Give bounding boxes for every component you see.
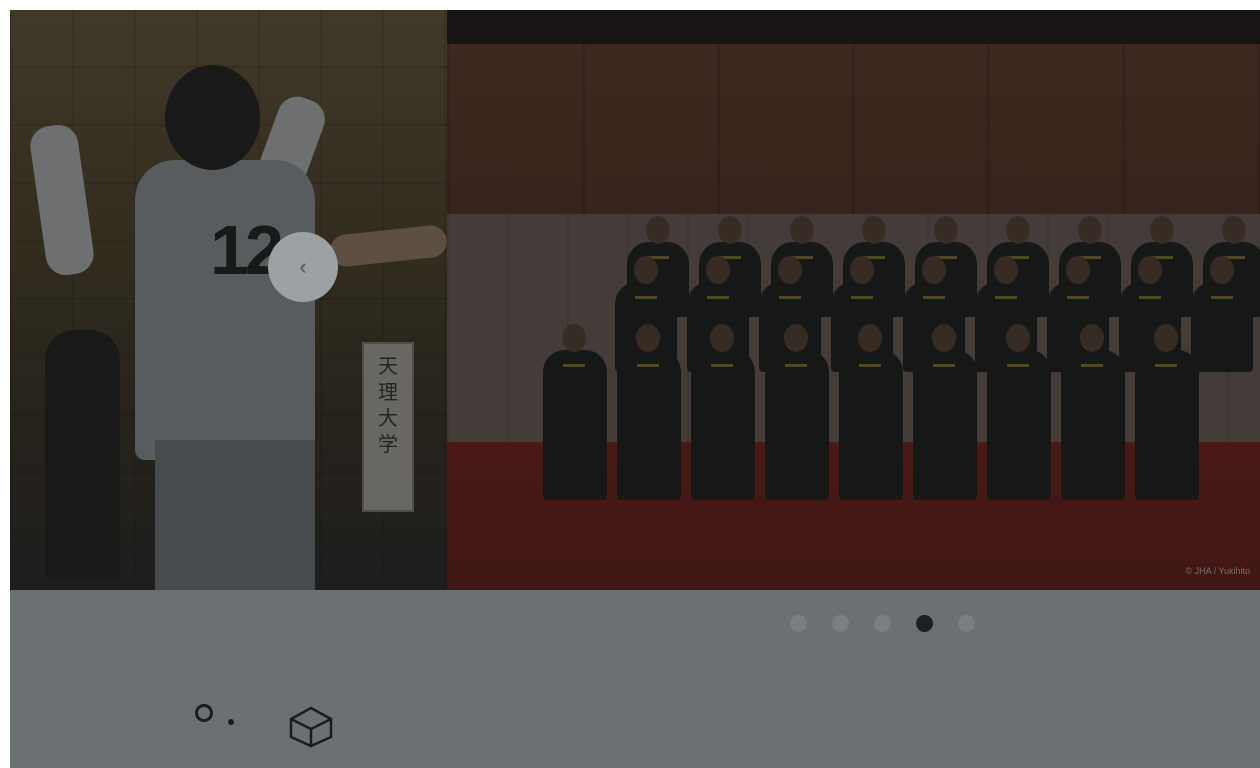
dot-icon — [228, 719, 234, 725]
carousel-pagination — [790, 615, 975, 632]
pagination-dot-1[interactable] — [790, 615, 807, 632]
chevron-left-icon: ‹ — [299, 254, 307, 279]
image-carousel[interactable]: 天 理 大 学 12 — [10, 10, 1260, 590]
pagination-dot-2[interactable] — [832, 615, 849, 632]
pagination-dot-3[interactable] — [874, 615, 891, 632]
cube-icon — [289, 706, 333, 748]
pagination-dot-5[interactable] — [958, 615, 975, 632]
circle-icon — [195, 704, 213, 722]
pagination-dot-4[interactable] — [916, 615, 933, 632]
modal-dim-overlay — [10, 10, 1260, 590]
page-overlay: 天 理 大 学 12 — [10, 10, 1260, 768]
carousel-prev-button[interactable]: ‹ — [268, 232, 338, 302]
